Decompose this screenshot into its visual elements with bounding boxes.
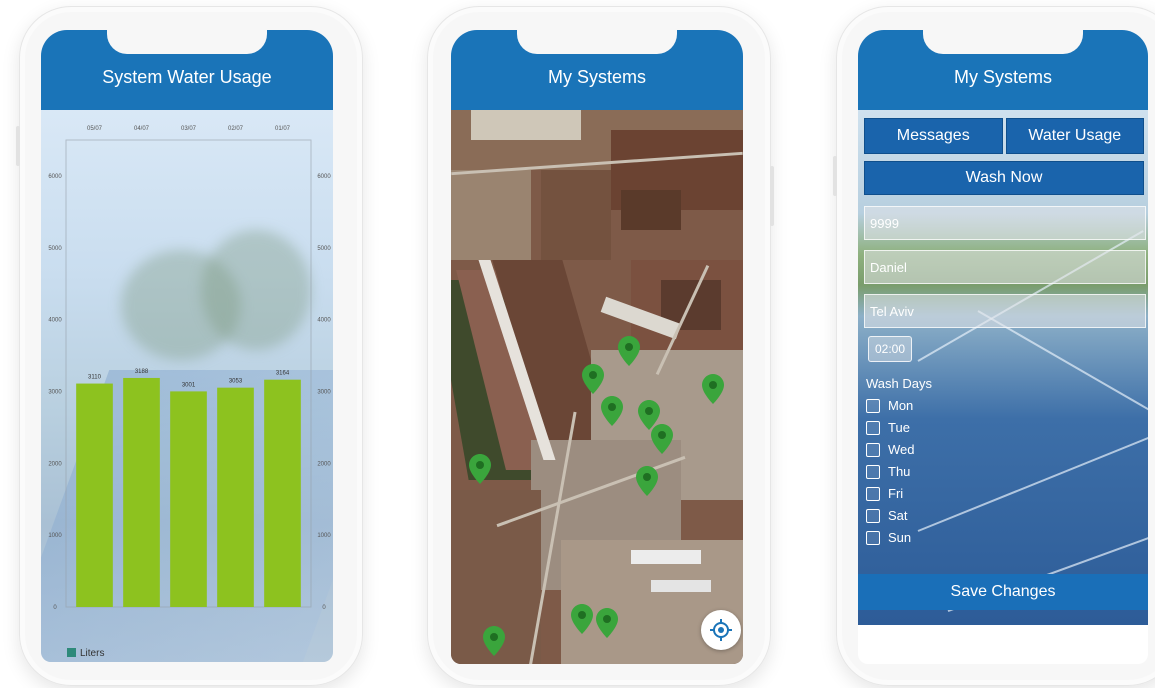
x-tick-label: 01/07	[275, 126, 291, 132]
x-tick-label: 04/07	[134, 126, 150, 132]
day-label: Thu	[888, 464, 911, 479]
map-pin-icon[interactable]	[571, 604, 593, 634]
day-option-fri[interactable]: Fri	[866, 486, 903, 501]
y-tick-label-right: 2000	[317, 461, 331, 467]
y-tick-label-right: 5000	[317, 246, 331, 252]
map-pin-icon[interactable]	[651, 424, 673, 454]
phone-usage: System Water Usage 0 0 1000 1000 2000 2000 300…	[16, 6, 363, 686]
y-tick-label-left: 0	[53, 605, 57, 611]
city-field[interactable]: Tel Aviv	[864, 294, 1146, 328]
y-tick-label-left: 4000	[48, 318, 62, 324]
tab-messages[interactable]: Messages	[864, 118, 1003, 154]
satellite-map[interactable]	[451, 110, 743, 664]
checkbox[interactable]	[866, 508, 880, 523]
y-tick-label-right: 6000	[317, 174, 331, 180]
map-pin-icon[interactable]	[618, 336, 640, 366]
checkbox[interactable]	[866, 486, 880, 501]
y-tick-label-right: 3000	[317, 389, 331, 395]
legend-swatch	[67, 648, 76, 657]
page-title: My Systems	[547, 67, 646, 87]
day-label: Fri	[888, 486, 904, 501]
wash-days-label: Wash Days	[866, 376, 932, 391]
phone-settings: My Systems Messages Water Usage Wash Now…	[833, 6, 1155, 686]
chart-bar	[264, 379, 301, 607]
crosshair-icon	[710, 619, 732, 641]
map-pin-icon[interactable]	[469, 454, 491, 484]
tab-water-usage[interactable]: Water Usage	[1005, 118, 1144, 154]
chart-bar	[76, 383, 113, 607]
locate-button[interactable]	[701, 610, 741, 650]
phone-side-button	[16, 126, 20, 166]
phone-map: My Systems	[427, 6, 774, 686]
phone-side-button	[770, 166, 774, 226]
chart-bar	[123, 377, 160, 607]
chart-bar	[217, 387, 254, 607]
map-pin-icon[interactable]	[702, 374, 724, 404]
y-tick-label-left: 3000	[48, 389, 62, 395]
map-screen: My Systems	[451, 30, 743, 664]
day-label: Tue	[888, 420, 910, 435]
x-tick-label: 03/07	[181, 126, 197, 132]
day-label: Sat	[888, 508, 908, 523]
phone-notch	[923, 30, 1083, 54]
day-label: Mon	[888, 398, 914, 413]
data-label: 3188	[135, 369, 149, 375]
phone-notch	[107, 30, 267, 54]
chart-bar	[170, 391, 207, 607]
legend-label: Liters	[80, 648, 104, 659]
day-option-thu[interactable]: Thu	[866, 464, 910, 479]
x-tick-label: 05/07	[87, 126, 103, 132]
data-label: 3053	[229, 379, 243, 385]
map-pin-icon[interactable]	[483, 626, 505, 656]
day-label: Wed	[888, 442, 915, 457]
y-tick-label-left: 2000	[48, 461, 62, 467]
checkbox[interactable]	[866, 398, 880, 413]
checkbox[interactable]	[866, 464, 880, 479]
system-id-field[interactable]: 9999	[864, 206, 1146, 240]
day-label: Sun	[888, 530, 912, 545]
wash-time-field[interactable]: 02:00	[868, 336, 912, 362]
day-option-sun[interactable]: Sun	[866, 530, 911, 545]
map-pin-icon[interactable]	[596, 608, 618, 638]
settings-tabs: Messages Water Usage	[864, 118, 1144, 154]
phone-side-button	[833, 156, 837, 196]
day-option-tue[interactable]: Tue	[866, 420, 910, 435]
y-tick-label-right: 1000	[317, 533, 331, 539]
phone-notch	[517, 30, 677, 54]
checkbox[interactable]	[866, 420, 880, 435]
map-pin-icon[interactable]	[582, 364, 604, 394]
name-field[interactable]: Daniel	[864, 250, 1146, 284]
map-pin-icon[interactable]	[601, 396, 623, 426]
day-option-wed[interactable]: Wed	[866, 442, 915, 457]
settings-screen: My Systems Messages Water Usage Wash Now…	[858, 30, 1148, 664]
usage-screen: System Water Usage 0 0 1000 1000 2000 2000 300…	[41, 30, 333, 662]
y-tick-label-left: 1000	[48, 533, 62, 539]
data-label: 3164	[276, 371, 290, 377]
checkbox[interactable]	[866, 442, 880, 457]
day-option-mon[interactable]: Mon	[866, 398, 913, 413]
page-title: My Systems	[953, 67, 1052, 87]
y-tick-label-right: 0	[322, 605, 326, 611]
checkbox[interactable]	[866, 530, 880, 545]
y-tick-label-right: 4000	[317, 318, 331, 324]
y-tick-label-left: 5000	[48, 246, 62, 252]
day-option-sat[interactable]: Sat	[866, 508, 908, 523]
data-label: 3001	[182, 382, 196, 388]
page-title: System Water Usage	[102, 67, 272, 87]
map-pin-icon[interactable]	[636, 466, 658, 496]
y-tick-label-left: 6000	[48, 174, 62, 180]
data-label: 3110	[88, 375, 102, 381]
water-usage-chart: 0 0 1000 1000 2000 2000 3000 3000 4000 4000 5000 50…	[48, 126, 331, 659]
save-changes-button[interactable]: Save Changes	[858, 574, 1148, 610]
x-tick-label: 02/07	[228, 126, 244, 132]
wash-now-button[interactable]: Wash Now	[864, 161, 1144, 195]
